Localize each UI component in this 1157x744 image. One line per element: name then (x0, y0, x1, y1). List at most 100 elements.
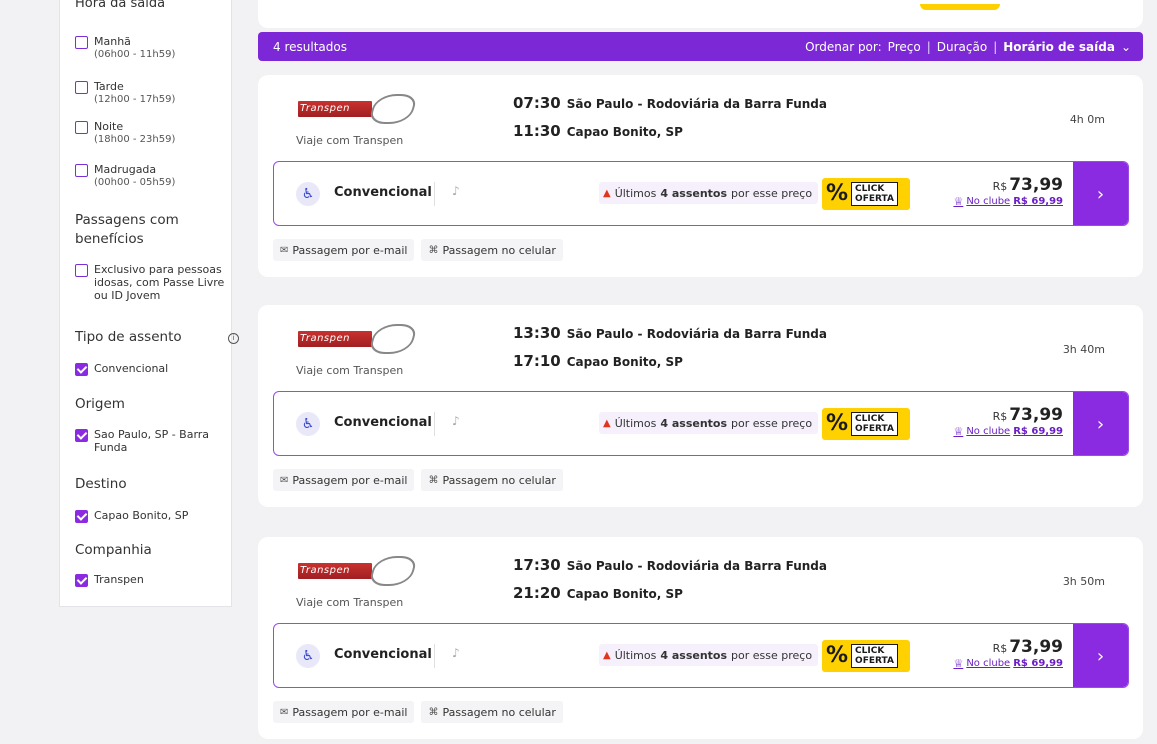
sort-options: Ordenar por: Preço | Duração | Horário d… (805, 40, 1131, 54)
arrival-time: 17:10 (513, 352, 561, 370)
sort-price[interactable]: Preço (888, 40, 921, 54)
trip-duration: 3h 40m (1062, 343, 1105, 356)
filters-sidebar: Hora da saída Manhã (06h00 - 11h59) Tarde… (59, 0, 239, 607)
trip-card: Transpen Viaje com Transpen 17:30 São Pa… (258, 537, 1143, 739)
seat-icon: ♿ (296, 644, 320, 668)
club-price-link[interactable]: ♕ No clube R$ 69,99 (953, 195, 1063, 208)
seat-type: Convencional (334, 185, 432, 200)
search-button[interactable] (920, 4, 1000, 10)
filter-afternoon[interactable]: Tarde (12h00 - 17h59) (75, 80, 175, 106)
badge-line1: CLICK (855, 646, 885, 656)
chip-phone: ⌘ Passagem no celular (421, 469, 563, 491)
filter-range: (06h00 - 11h59) (94, 49, 176, 60)
fare-option[interactable]: ♿ Convencional ♪ ▲ Últimos 4 assentos po… (273, 623, 1129, 688)
price-box: R$ 73,99 ♕ No clube R$ 69,99 (953, 405, 1063, 438)
checkbox[interactable] (75, 36, 88, 49)
company-logo: Transpen (298, 94, 419, 130)
chip-phone: ⌘ Passagem no celular (421, 239, 563, 261)
departure-time: 07:30 (513, 94, 561, 112)
ticket-chips: ✉ Passagem por e-mail ⌘ Passagem no celula… (273, 239, 563, 261)
sort-departure[interactable]: Horário de saída (1003, 40, 1115, 54)
operator-name: Viaje com Transpen (296, 596, 404, 609)
filter-destination-option[interactable]: Capao Bonito, SP (75, 509, 188, 523)
filter-range: (12h00 - 17h59) (94, 94, 176, 105)
last-seats-count: 4 assentos (660, 416, 728, 430)
club-price-link[interactable]: ♕ No clube R$ 69,99 (953, 425, 1063, 438)
filter-night[interactable]: Noite (18h00 - 23h59) (75, 120, 175, 146)
logo-mark (367, 556, 419, 586)
logo-text: Transpen (298, 563, 372, 579)
filter-origin-option[interactable]: Sao Paulo, SP - Barra Funda (75, 428, 220, 454)
last-seats-post: por esse preço (731, 186, 813, 200)
divider (434, 412, 435, 436)
checkbox[interactable] (75, 510, 88, 523)
results-count: 4 resultados (273, 39, 347, 54)
arrival-place: Capao Bonito, SP (566, 355, 683, 369)
email-icon: ✉ (280, 244, 289, 256)
sort-duration[interactable]: Duração (937, 40, 987, 54)
club-price-link[interactable]: ♕ No clube R$ 69,99 (953, 657, 1063, 670)
filter-range: (18h00 - 23h59) (94, 134, 176, 145)
crown-icon: ♕ (953, 195, 964, 208)
filter-company-option[interactable]: Transpen (75, 573, 144, 587)
departure-place: São Paulo - Rodoviária da Barra Funda (566, 559, 827, 573)
percent-icon: % (826, 411, 849, 436)
club-price: R$ 69,99 (1013, 658, 1063, 669)
badge-text: CLICK OFERTA (851, 182, 898, 206)
fare-option[interactable]: ♿ Convencional ♪ ▲ Últimos 4 assentos po… (273, 391, 1129, 456)
badge-line2: OFERTA (855, 424, 894, 434)
last-seats-pre: Últimos (614, 186, 657, 200)
armchair-icon: ♪ (452, 414, 460, 428)
chip-label: Passagem por e-mail (292, 473, 408, 487)
email-icon: ✉ (280, 706, 289, 718)
checkbox[interactable] (75, 429, 88, 442)
separator: | (926, 39, 931, 54)
checkbox[interactable] (75, 363, 88, 376)
select-trip-button[interactable]: › (1073, 162, 1128, 225)
price-box: R$ 73,99 ♕ No clube R$ 69,99 (953, 637, 1063, 670)
ticket-chips: ✉ Passagem por e-mail ⌘ Passagem no celula… (273, 701, 563, 723)
price: R$ 73,99 (953, 405, 1063, 425)
chip-phone: ⌘ Passagem no celular (421, 701, 563, 723)
checkbox[interactable] (75, 164, 88, 177)
last-seats-alert: ▲ Últimos 4 assentos por esse preço (599, 412, 819, 434)
price-value: 73,99 (1009, 637, 1063, 657)
seat-type: Convencional (334, 647, 432, 662)
checkbox[interactable] (75, 264, 88, 277)
last-seats-post: por esse preço (731, 648, 813, 662)
select-trip-button[interactable]: › (1073, 624, 1128, 687)
seat-type: Convencional (334, 415, 432, 430)
arrival-place: Capao Bonito, SP (566, 125, 683, 139)
company-logo: Transpen (298, 556, 419, 592)
filter-label: Transpen (94, 573, 144, 586)
trip-card: Transpen Viaje com Transpen 07:30 São Pa… (258, 75, 1143, 277)
qr-icon: ⌘ (428, 244, 439, 256)
percent-icon: % (826, 181, 849, 206)
last-seats-count: 4 assentos (660, 648, 728, 662)
filter-seat-conventional[interactable]: Convencional (75, 362, 168, 376)
chevron-right-icon: › (1096, 414, 1105, 435)
filter-dawn[interactable]: Madrugada (00h00 - 05h59) (75, 163, 175, 189)
trip-duration: 3h 50m (1062, 575, 1105, 588)
click-offer-badge: % CLICK OFERTA (822, 640, 910, 672)
club-label: No clube (966, 426, 1011, 437)
logo-text: Transpen (298, 331, 372, 347)
filter-label: Manhã (94, 35, 131, 48)
club-label: No clube (966, 658, 1011, 669)
badge-line1: CLICK (855, 184, 885, 194)
checkbox[interactable] (75, 121, 88, 134)
fare-option[interactable]: ♿ Convencional ♪ ▲ Últimos 4 assentos po… (273, 161, 1129, 226)
badge-text: CLICK OFERTA (851, 412, 898, 436)
select-trip-button[interactable]: › (1073, 392, 1128, 455)
filter-benefits-option[interactable]: Exclusivo para pessoas idosas, com Passe… (75, 263, 225, 302)
filter-morning[interactable]: Manhã (06h00 - 11h59) (75, 35, 175, 61)
click-offer-badge: % CLICK OFERTA (822, 408, 910, 440)
crown-icon: ♕ (953, 657, 964, 670)
company-logo: Transpen (298, 324, 419, 360)
chevron-down-icon[interactable]: ⌄ (1121, 40, 1131, 54)
checkbox[interactable] (75, 81, 88, 94)
info-icon[interactable]: i (228, 333, 239, 344)
filter-section-title-seat: Tipo de assento (75, 329, 182, 345)
checkbox[interactable] (75, 574, 88, 587)
price-value: 73,99 (1009, 175, 1063, 195)
